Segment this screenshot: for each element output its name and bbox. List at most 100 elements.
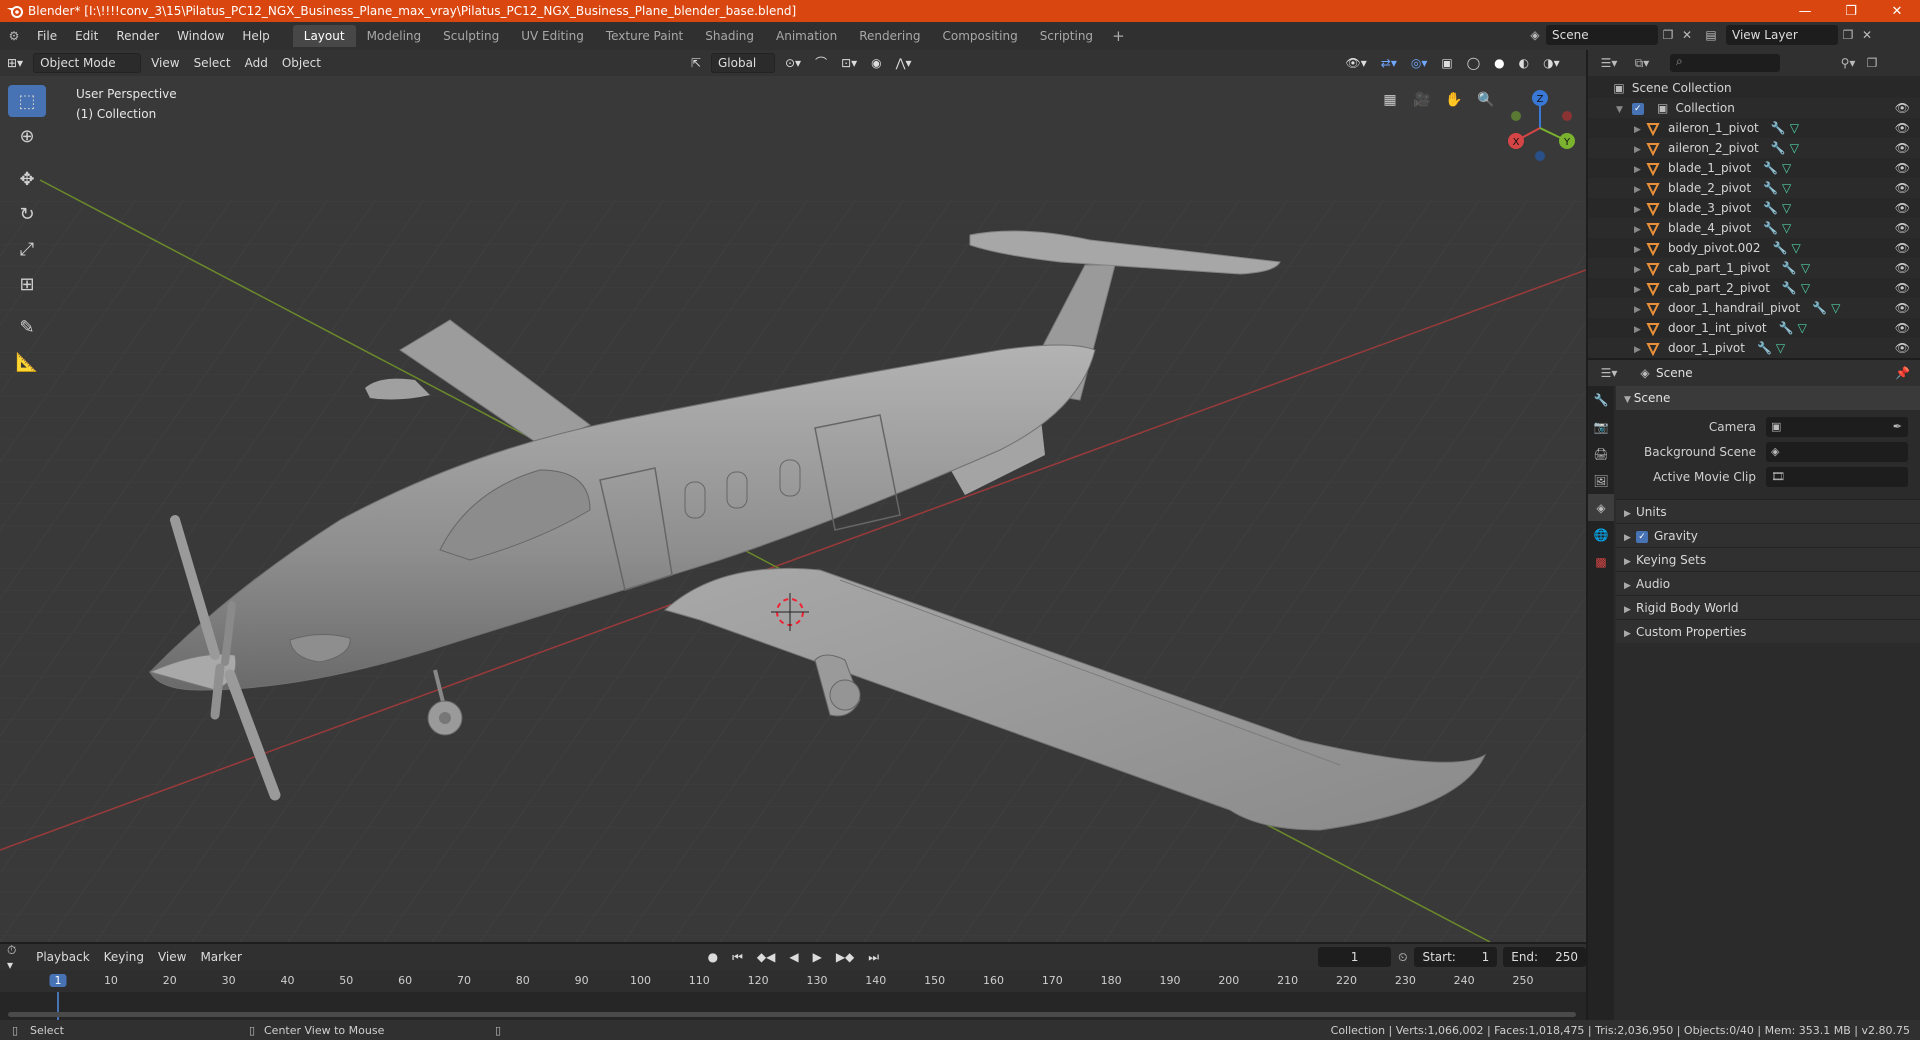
eye-icon[interactable]: 👁 <box>1895 278 1910 298</box>
3d-viewport[interactable]: ⊞▾ Object Mode View Select Add Object ⇱ … <box>0 50 1586 942</box>
wrench-icon[interactable]: 🔧 <box>1757 341 1772 355</box>
mesh-icon[interactable]: ▽ <box>1782 161 1791 175</box>
scale-tool-icon[interactable]: ⤢ <box>8 233 46 265</box>
scene-collection-row[interactable]: ▣ Scene Collection <box>1588 78 1920 98</box>
mesh-icon[interactable]: ▽ <box>1790 141 1799 155</box>
tab-uv-editing[interactable]: UV Editing <box>510 25 595 47</box>
wrench-icon[interactable]: 🔧 <box>1779 321 1794 335</box>
outliner-item[interactable]: ▶ aileron_2_pivot 🔧 ▽ 👁 <box>1588 138 1920 158</box>
wrench-icon[interactable]: 🔧 <box>1812 301 1827 315</box>
wrench-icon[interactable]: 🔧 <box>1763 181 1778 195</box>
tab-shading[interactable]: Shading <box>694 25 765 47</box>
select-menu[interactable]: Select <box>187 53 238 73</box>
play-reverse-icon[interactable]: ◀ <box>782 950 805 964</box>
scene-field[interactable]: Scene <box>1546 25 1658 45</box>
menu-file[interactable]: File <box>28 25 66 47</box>
orientation-dropdown[interactable]: Global <box>710 53 775 73</box>
wrench-icon[interactable]: 🔧 <box>1763 221 1778 235</box>
tab-scripting[interactable]: Scripting <box>1029 25 1104 47</box>
tab-modeling[interactable]: Modeling <box>356 25 433 47</box>
eye-icon[interactable]: 👁 <box>1895 318 1910 338</box>
outliner-item[interactable]: ▶ cab_part_2_pivot 🔧 ▽ 👁 <box>1588 278 1920 298</box>
add-menu[interactable]: Add <box>238 53 275 73</box>
record-icon[interactable]: ● <box>701 950 725 964</box>
menu-edit[interactable]: Edit <box>66 25 107 47</box>
playback-menu[interactable]: Playback <box>29 950 97 964</box>
marker-menu[interactable]: Marker <box>193 950 248 964</box>
view-layer-field[interactable]: View Layer <box>1726 25 1838 45</box>
scene-panel-header[interactable]: ▼ Scene <box>1616 386 1920 410</box>
pan-view-icon[interactable]: ✋ <box>1440 86 1468 114</box>
mesh-icon[interactable]: ▽ <box>1776 341 1785 355</box>
new-view-layer-icon[interactable]: ❐ <box>1838 28 1858 42</box>
xray-icon[interactable]: ▣ <box>1434 53 1459 73</box>
tool-tab-icon[interactable]: 🔧 <box>1588 386 1614 413</box>
eye-icon[interactable]: 👁 <box>1895 178 1910 198</box>
mode-dropdown[interactable]: Object Mode <box>33 53 142 73</box>
keying-sets-panel[interactable]: ▶ Keying Sets <box>1616 547 1920 571</box>
jump-end-icon[interactable]: ⏭ <box>861 950 886 965</box>
expand-item-icon[interactable]: ▶ <box>1634 220 1646 240</box>
viewport-scene[interactable] <box>0 50 1586 942</box>
rotate-tool-icon[interactable]: ↻ <box>8 198 46 230</box>
camera-field[interactable]: ▣ ✒ <box>1766 416 1908 437</box>
properties-editor-icon[interactable]: ☰▾ <box>1594 366 1624 380</box>
tab-sculpting[interactable]: Sculpting <box>432 25 510 47</box>
eye-icon[interactable]: 👁 <box>1895 138 1910 158</box>
tab-compositing[interactable]: Compositing <box>931 25 1028 47</box>
wrench-icon[interactable]: 🔧 <box>1771 141 1786 155</box>
mesh-icon[interactable]: ▽ <box>1782 221 1791 235</box>
menu-help[interactable]: Help <box>233 25 278 47</box>
outliner-item[interactable]: ▶ blade_3_pivot 🔧 ▽ 👁 <box>1588 198 1920 218</box>
outliner-item[interactable]: ▶ blade_4_pivot 🔧 ▽ 👁 <box>1588 218 1920 238</box>
wireframe-shading-icon[interactable]: ◯ <box>1460 53 1487 73</box>
outliner-item[interactable]: ▶ blade_2_pivot 🔧 ▽ 👁 <box>1588 178 1920 198</box>
mesh-icon[interactable]: ▽ <box>1798 321 1807 335</box>
eyedropper-icon[interactable]: ✒ <box>1893 420 1902 433</box>
expand-item-icon[interactable]: ▶ <box>1634 340 1646 360</box>
wrench-icon[interactable]: 🔧 <box>1773 241 1788 255</box>
expand-item-icon[interactable]: ▶ <box>1634 180 1646 200</box>
mesh-icon[interactable]: ▽ <box>1782 201 1791 215</box>
annotate-tool-icon[interactable]: ✎ <box>8 311 46 343</box>
outliner-item[interactable]: ▶ cab_part_1_pivot 🔧 ▽ 👁 <box>1588 258 1920 278</box>
view-menu[interactable]: View <box>144 53 186 73</box>
expand-collection-icon[interactable]: ▼ <box>1616 100 1628 120</box>
expand-item-icon[interactable]: ▶ <box>1634 140 1646 160</box>
camera-view-icon[interactable]: 🎥 <box>1408 86 1436 114</box>
start-frame-field[interactable]: Start: 1 <box>1414 947 1498 967</box>
eye-icon[interactable]: 👁 <box>1895 98 1910 118</box>
navigation-gizmo[interactable]: Z X Y <box>1500 86 1580 166</box>
add-workspace-button[interactable]: + <box>1104 27 1133 45</box>
measure-tool-icon[interactable]: 📐 <box>8 346 46 378</box>
render-tab-icon[interactable]: 📷 <box>1588 413 1614 440</box>
wrench-icon[interactable]: 🔧 <box>1763 161 1778 175</box>
eye-icon[interactable]: 👁 <box>1895 118 1910 138</box>
view-layer-tab-icon[interactable]: 🖼 <box>1588 467 1614 494</box>
move-tool-icon[interactable]: ✥ <box>8 163 46 195</box>
tab-animation[interactable]: Animation <box>765 25 848 47</box>
remove-scene-icon[interactable]: ✕ <box>1678 28 1696 42</box>
outliner-item[interactable]: ▶ aileron_1_pivot 🔧 ▽ 👁 <box>1588 118 1920 138</box>
snap-icon[interactable]: ⌒ <box>808 53 834 73</box>
wrench-icon[interactable]: 🔧 <box>1782 281 1797 295</box>
visibility-icon[interactable]: 👁▾ <box>1339 53 1374 73</box>
expand-item-icon[interactable]: ▶ <box>1634 160 1646 180</box>
play-icon[interactable]: ▶ <box>806 950 829 964</box>
maximize-button[interactable]: ❐ <box>1828 0 1874 22</box>
mesh-icon[interactable]: ▽ <box>1782 181 1791 195</box>
scene-tab-icon[interactable]: ◈ <box>1588 494 1614 521</box>
display-mode-icon[interactable]: ⧉▾ <box>1624 56 1660 71</box>
close-button[interactable]: ✕ <box>1874 0 1920 22</box>
use-preview-range-icon[interactable]: ⏲ <box>1391 950 1414 965</box>
menu-window[interactable]: Window <box>168 25 233 47</box>
proportional-edit-icon[interactable]: ◉ <box>864 53 888 73</box>
jump-start-icon[interactable]: ⏮ <box>725 950 750 965</box>
outliner-item[interactable]: ▶ blade_1_pivot 🔧 ▽ 👁 <box>1588 158 1920 178</box>
keying-menu[interactable]: Keying <box>97 950 151 964</box>
outliner-item[interactable]: ▶ door_1_pivot 🔧 ▽ 👁 <box>1588 338 1920 358</box>
timeline-scrollbar[interactable] <box>8 1012 1576 1017</box>
expand-item-icon[interactable]: ▶ <box>1634 240 1646 260</box>
timeline-body[interactable] <box>0 992 1586 1020</box>
expand-item-icon[interactable]: ▶ <box>1634 280 1646 300</box>
